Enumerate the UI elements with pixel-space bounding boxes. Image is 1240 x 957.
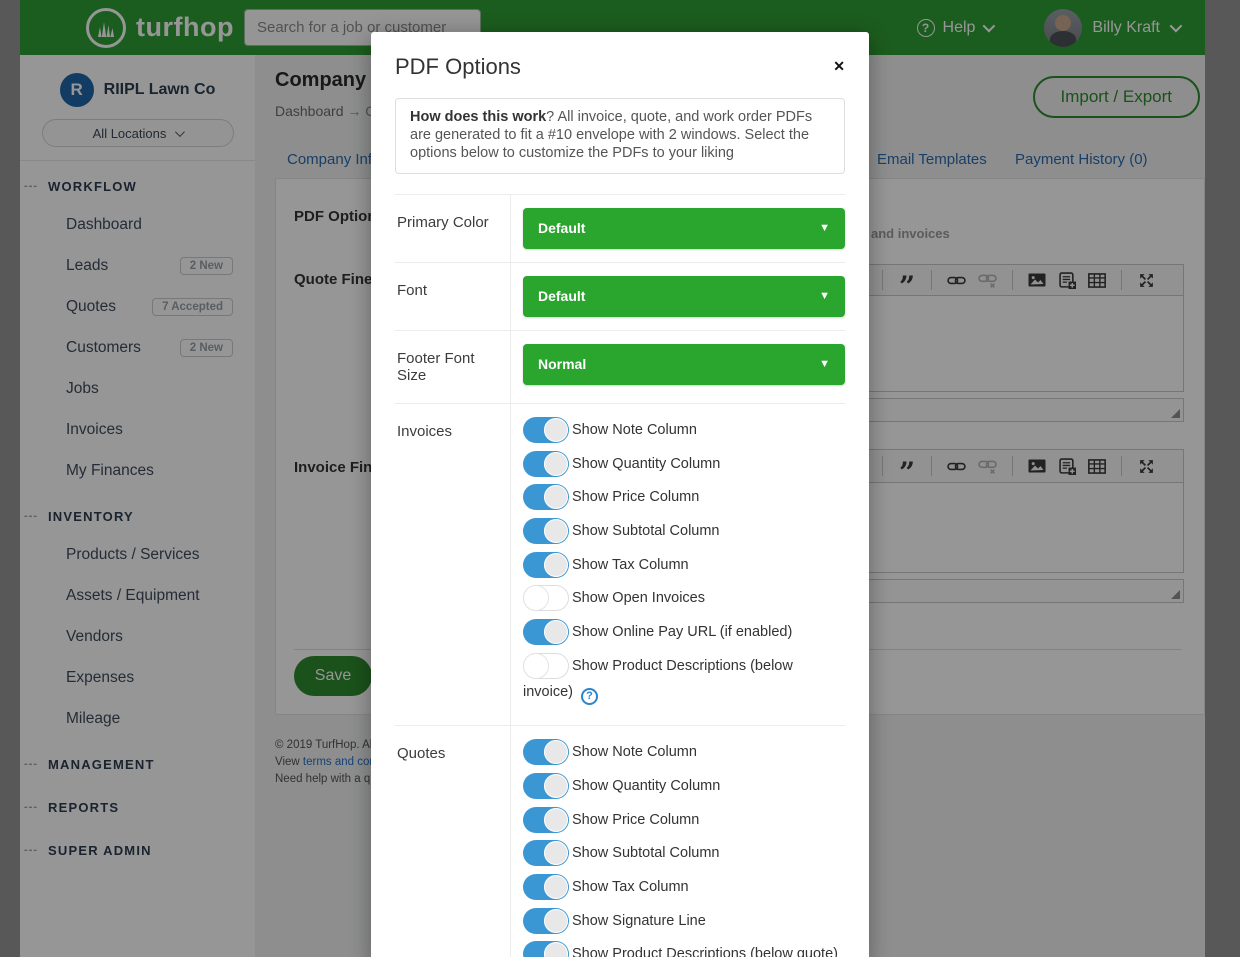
caret-down-icon: ▼ — [819, 358, 830, 370]
selected-value: Normal — [538, 356, 586, 372]
toggle-switch-show-tax-column[interactable] — [523, 552, 569, 578]
font-dropdown[interactable]: Default ▼ — [523, 276, 845, 317]
toggle-row-show-signature-line: Show Signature Line — [523, 908, 845, 934]
toggle-switch-show-open-invoices[interactable] — [523, 585, 569, 611]
toggle-row-show-online-pay-url-if-enabled: Show Online Pay URL (if enabled) — [523, 619, 845, 645]
footer-font-size-dropdown[interactable]: Normal ▼ — [523, 344, 845, 385]
toggle-label: Show Note Column — [572, 422, 697, 438]
question-help-icon[interactable]: ? — [581, 688, 598, 705]
toggle-row-show-note-column: Show Note Column — [523, 417, 845, 443]
field-label: Font — [395, 263, 511, 330]
toggle-label: Show Tax Column — [572, 557, 689, 573]
footer-font-size-row: Footer Font Size Normal ▼ — [395, 330, 845, 403]
quotes-toggle-list: Show Note Column Show Quantity Column Show… — [511, 726, 845, 957]
toggle-row-show-price-column: Show Price Column — [523, 807, 845, 833]
toggle-switch-show-price-column[interactable] — [523, 807, 569, 833]
field-control: Default ▼ — [511, 195, 845, 262]
how-it-works-bold: How does this work — [410, 109, 546, 125]
toggle-row-show-price-column: Show Price Column — [523, 484, 845, 510]
field-label: Primary Color — [395, 195, 511, 262]
field-label: Footer Font Size — [395, 331, 511, 403]
quotes-row: Quotes Show Note Column Show Quantity Col… — [395, 725, 845, 957]
close-icon[interactable]: ✕ — [833, 54, 845, 75]
pdf-options-form: Primary ColorDefault▼FontDefault▼Footer … — [395, 194, 845, 957]
toggle-label: Show Tax Column — [572, 879, 689, 895]
toggle-row-show-quantity-column: Show Quantity Column — [523, 773, 845, 799]
toggle-label: Show Quantity Column — [572, 778, 720, 794]
toggle-row-show-open-invoices: Show Open Invoices — [523, 585, 845, 611]
toggle-row-show-subtotal-column: Show Subtotal Column — [523, 518, 845, 544]
toggle-row-show-quantity-column: Show Quantity Column — [523, 451, 845, 477]
caret-down-icon: ▼ — [819, 290, 830, 302]
toggle-label: Show Open Invoices — [572, 590, 705, 606]
toggle-switch-show-product-descriptions-below-quote[interactable] — [523, 941, 569, 957]
field-control: Default ▼ — [511, 263, 845, 330]
toggle-row-show-tax-column: Show Tax Column — [523, 874, 845, 900]
toggle-label: Show Online Pay URL (if enabled) — [572, 624, 792, 640]
primary-color-dropdown[interactable]: Default ▼ — [523, 208, 845, 249]
toggle-row-show-subtotal-column: Show Subtotal Column — [523, 840, 845, 866]
toggle-switch-show-signature-line[interactable] — [523, 908, 569, 934]
toggle-switch-show-subtotal-column[interactable] — [523, 518, 569, 544]
field-control: Normal ▼ — [511, 331, 845, 403]
primary-color-row: Primary Color Default ▼ — [395, 194, 845, 262]
toggle-row-show-tax-column: Show Tax Column — [523, 552, 845, 578]
toggle-label: Show Note Column — [572, 744, 697, 760]
invoices-group-label: Invoices — [395, 404, 511, 725]
toggle-label: Show Subtotal Column — [572, 845, 720, 861]
toggle-label: Show Subtotal Column — [572, 523, 720, 539]
toggle-row-show-product-descriptions-below-quote: Show Product Descriptions (below quote) … — [523, 941, 845, 957]
invoices-toggle-list: Show Note Column Show Quantity Column Show… — [511, 404, 845, 725]
toggle-label: Show Signature Line — [572, 913, 706, 929]
toggle-switch-show-note-column[interactable] — [523, 417, 569, 443]
caret-down-icon: ▼ — [819, 222, 830, 234]
toggle-switch-show-online-pay-url-if-enabled[interactable] — [523, 619, 569, 645]
selected-value: Default — [538, 220, 585, 236]
invoices-row: Invoices Show Note Column Show Quantity C… — [395, 403, 845, 725]
toggle-label: Show Product Descriptions (below quote) — [572, 946, 838, 957]
toggle-switch-show-tax-column[interactable] — [523, 874, 569, 900]
how-it-works-note: How does this work? All invoice, quote, … — [395, 98, 845, 174]
toggle-switch-show-product-descriptions-below-invoice[interactable] — [523, 653, 569, 679]
toggle-label: Show Price Column — [572, 489, 699, 505]
toggle-label: Show Quantity Column — [572, 456, 720, 472]
quotes-group-label: Quotes — [395, 726, 511, 957]
selected-value: Default — [538, 288, 585, 304]
toggle-switch-show-price-column[interactable] — [523, 484, 569, 510]
toggle-switch-show-quantity-column[interactable] — [523, 451, 569, 477]
toggle-row-show-product-descriptions-below-invoice: Show Product Descriptions (below invoice… — [523, 653, 845, 705]
modal-select-rows: Primary ColorDefault▼FontDefault▼Footer … — [395, 194, 845, 403]
toggle-switch-show-note-column[interactable] — [523, 739, 569, 765]
font-row: Font Default ▼ — [395, 262, 845, 330]
toggle-switch-show-subtotal-column[interactable] — [523, 840, 569, 866]
modal-title: PDF Options — [395, 54, 521, 80]
toggle-switch-show-quantity-column[interactable] — [523, 773, 569, 799]
toggle-label: Show Price Column — [572, 812, 699, 828]
pdf-options-modal: PDF Options ✕ How does this work? All in… — [371, 32, 869, 957]
toggle-row-show-note-column: Show Note Column — [523, 739, 845, 765]
